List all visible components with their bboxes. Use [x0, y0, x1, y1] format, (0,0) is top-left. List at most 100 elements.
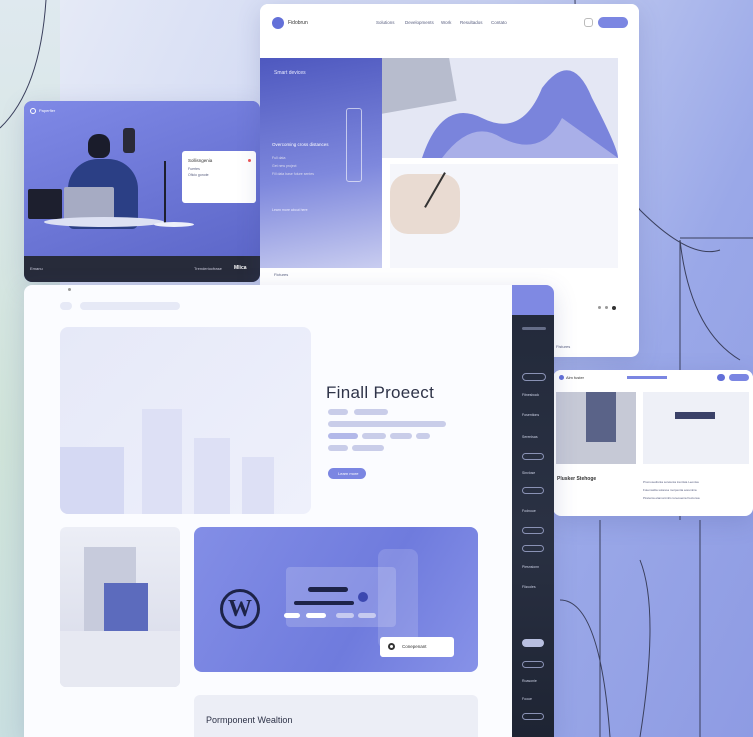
blob-image [382, 58, 618, 158]
sidebar-chip[interactable] [522, 661, 544, 668]
right-logo-icon [559, 375, 564, 380]
text-placeholder [328, 409, 348, 415]
dark-sidebar: Fitnesbook Fosentions Serenlsas Sinvlose… [512, 285, 554, 737]
hero-panel: Smart devices Overcoming cross distances… [260, 58, 382, 268]
sidebar-item[interactable]: Sinvlose [522, 471, 535, 475]
right-nav-links[interactable] [627, 376, 667, 379]
screen-chip [358, 613, 376, 618]
sidebar-item[interactable]: Roasonie [522, 679, 537, 683]
sidebar-header [522, 327, 546, 330]
sidebar-chip[interactable] [522, 487, 544, 494]
text-placeholder [390, 433, 412, 439]
sidebar-item[interactable]: Fodnoue [522, 509, 536, 513]
sidebar-item[interactable]: Serenlsas [522, 435, 538, 439]
wordpress-card: W Conepenant [194, 527, 478, 672]
pagination-dot[interactable] [598, 306, 601, 309]
component-icon [388, 643, 395, 650]
wave-shape [422, 70, 618, 158]
sidebar-item[interactable]: Fitnesbook [522, 393, 539, 397]
screen-chip [284, 613, 300, 618]
right-photo-figure [586, 392, 616, 442]
screen-chip [336, 613, 354, 618]
toggle-icon[interactable] [358, 592, 368, 602]
hero-line: Get new project [272, 164, 297, 168]
building-floor [60, 631, 180, 687]
right-nav-cta[interactable] [729, 374, 749, 381]
info-box: Sollisngenia Fuertes Oficio gonote [182, 151, 256, 203]
sidebar-item[interactable]: Fooue [522, 697, 532, 701]
main-website-card: Finall Proeect Learn more W Conepenant P… [24, 285, 554, 737]
left-footer-left: Emanu [30, 266, 43, 271]
screen-bar [294, 601, 354, 605]
sidebar-chip-active[interactable] [522, 639, 544, 647]
sidebar-item[interactable]: Flizcoles [522, 585, 536, 589]
nav-item-developments[interactable]: Developments [405, 20, 434, 25]
sidebar-chip[interactable] [522, 453, 544, 460]
person-head [88, 134, 110, 158]
search-icon[interactable] [60, 302, 72, 310]
right-line: Promosedisnta sorelenia trentisia Leonis… [643, 480, 699, 484]
info-box-line: Fuertes [188, 167, 200, 171]
hero-link[interactable]: Learn more about here [272, 208, 308, 212]
decorative-bar [346, 108, 362, 182]
search-input[interactable] [80, 302, 180, 310]
left-logo-text: Paperfier [39, 108, 56, 113]
lamp-base [154, 222, 194, 227]
info-box-dot [248, 159, 251, 162]
logo-icon [30, 108, 36, 114]
chart-bar [242, 457, 274, 514]
sidebar-chip[interactable] [522, 545, 544, 552]
right-title: Plusker Stehoge [557, 476, 597, 482]
brand-logo-icon [272, 17, 284, 29]
grid-text: Fistures [556, 344, 571, 349]
right-brand: Alm fuster [566, 375, 585, 380]
sidebar-chip[interactable] [522, 527, 544, 534]
learn-more-label: Learn more [338, 471, 359, 476]
nav-item-work[interactable]: Work [441, 20, 451, 25]
top-footer-text: Fictures [274, 272, 289, 277]
left-website-card: Paperfier Sollisngenia Fuertes Oficio go… [24, 101, 260, 282]
sketch-image [390, 164, 618, 268]
hero-title: Smart devices [274, 70, 306, 76]
text-placeholder [328, 421, 446, 427]
sidebar-item[interactable]: Piesnsionn [522, 565, 539, 569]
text-placeholder [328, 445, 348, 451]
right-graphic-bar [675, 412, 715, 419]
chart-bar [194, 438, 230, 514]
right-website-card: Alm fuster Plusker Stehoge Promosedisnta… [553, 370, 753, 516]
info-box-line: Oficio gonote [188, 173, 209, 177]
pagination-dot-active[interactable] [612, 306, 616, 310]
lamp-stand [164, 161, 166, 223]
component-button[interactable]: Conepenant [380, 637, 454, 657]
sidebar-item[interactable]: Fosentions [522, 413, 539, 417]
hero-line: Full data [272, 156, 286, 160]
right-navbar: Alm fuster [553, 370, 753, 386]
nav-cta-button[interactable] [598, 17, 628, 28]
phone-panel [378, 549, 418, 649]
text-placeholder [328, 433, 358, 439]
sidebar-chip[interactable] [522, 713, 544, 720]
user-icon[interactable] [584, 18, 593, 27]
nav-item-solutions[interactable]: Solutions [376, 20, 395, 25]
wordpress-icon: W [220, 589, 260, 629]
right-nav-button[interactable] [717, 374, 725, 381]
sidebar-top-accent [512, 285, 554, 315]
nav-item-results[interactable]: Resultados [460, 20, 483, 25]
left-footer-badge: Mlica [234, 265, 247, 271]
person-arm [123, 128, 135, 153]
hero-line: Overcoming cross distances [272, 142, 329, 147]
monitor [28, 189, 62, 219]
sidebar-toggle[interactable] [522, 373, 546, 381]
right-graphic [643, 392, 749, 464]
learn-more-button[interactable]: Learn more [328, 468, 366, 479]
building-image [60, 527, 180, 687]
text-placeholder [354, 409, 388, 415]
left-footer-bar: Emanu Trenderiocfrase Mlica [24, 256, 260, 282]
brand-name: Fidobrun [288, 20, 308, 26]
component-label: Conepenant [402, 644, 427, 649]
chart-bar [60, 447, 124, 514]
pagination-dot[interactable] [605, 306, 608, 309]
desk [44, 217, 164, 227]
right-photo [556, 392, 636, 464]
nav-item-contact[interactable]: Contato [491, 20, 507, 25]
